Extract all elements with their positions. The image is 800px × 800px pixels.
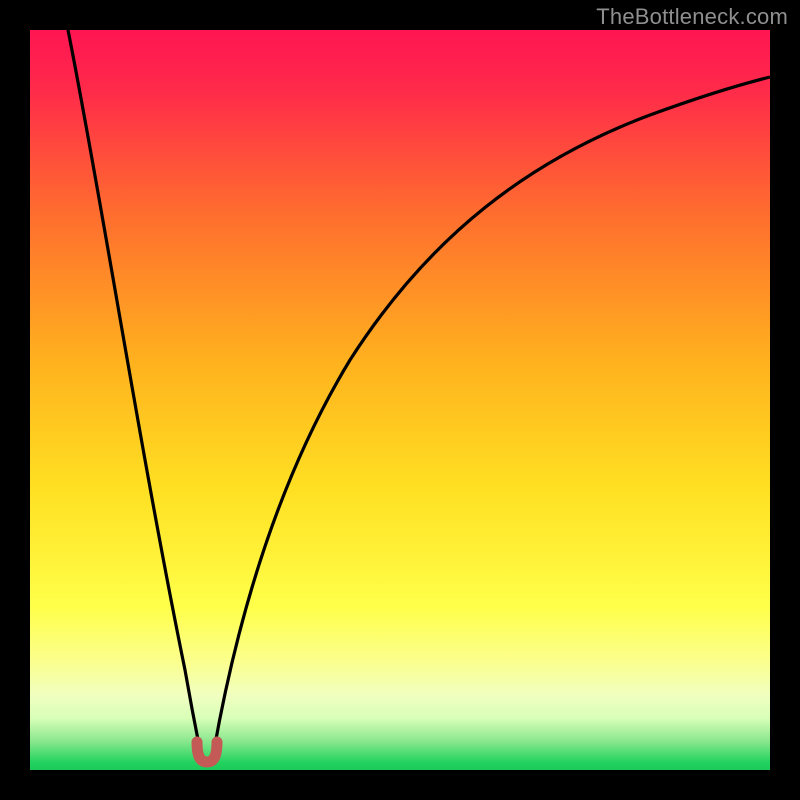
curve-left-branch [68,30,200,750]
outer-frame: TheBottleneck.com [0,0,800,800]
watermark-text: TheBottleneck.com [596,4,788,30]
minimum-marker [197,742,217,762]
curve-right-branch [214,77,770,750]
plot-area [30,30,770,770]
bottleneck-curve [30,30,770,770]
